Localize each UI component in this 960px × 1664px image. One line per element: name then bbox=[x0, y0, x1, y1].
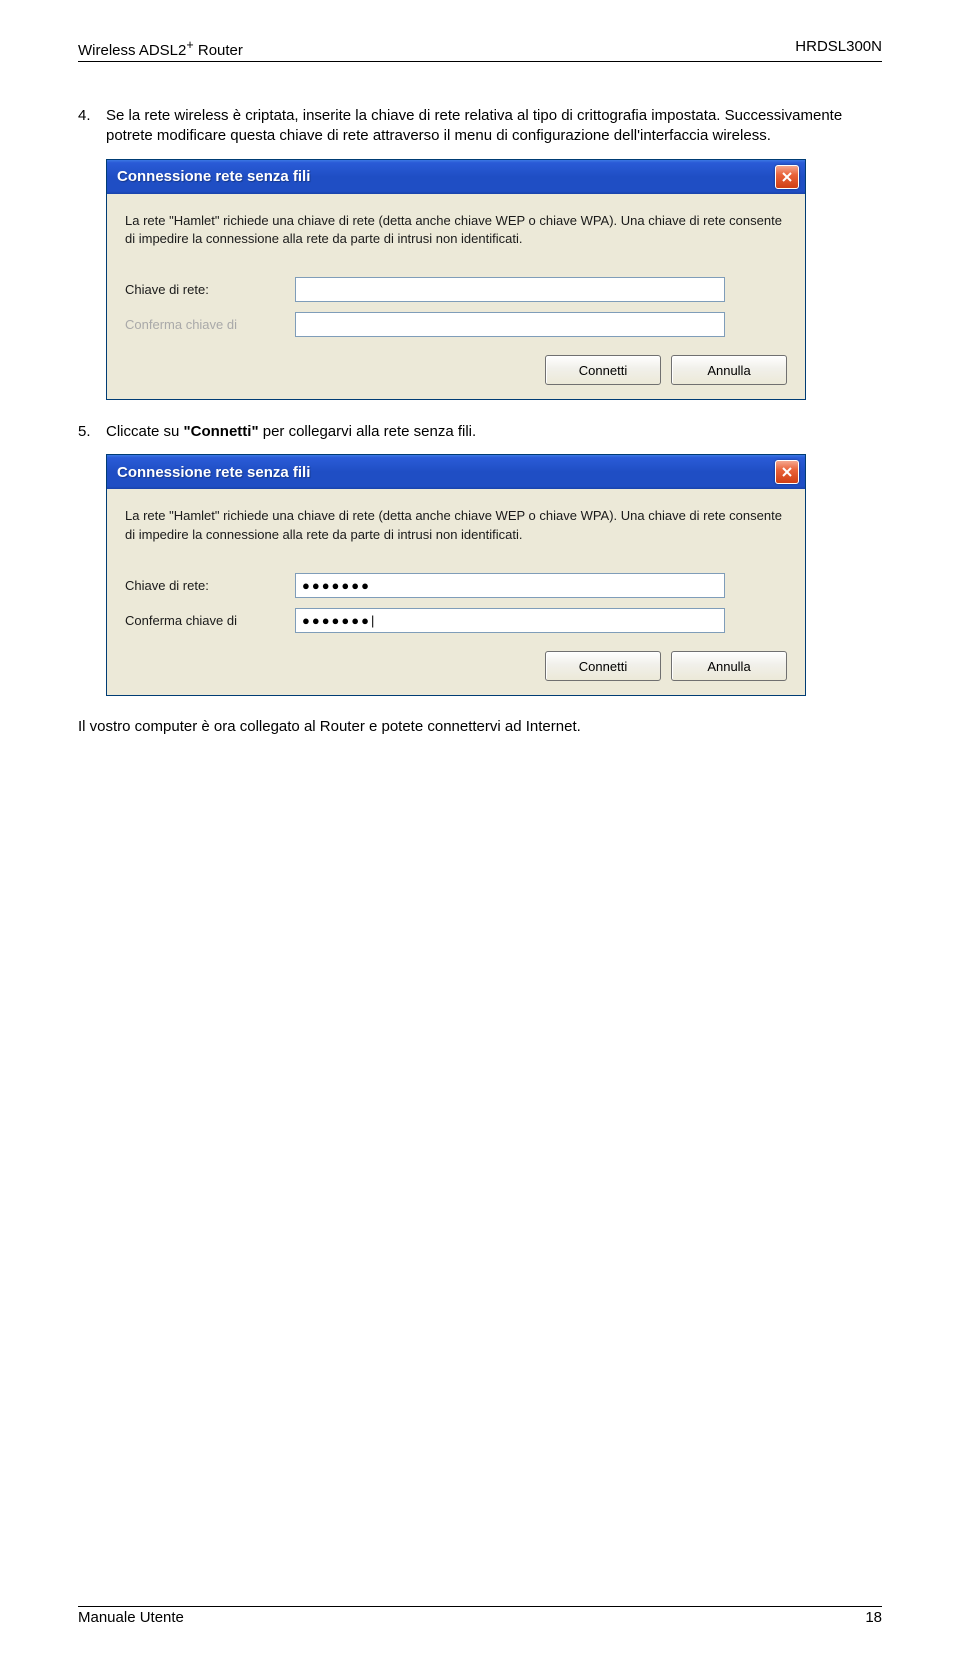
dialog-2-wrap: Connessione rete senza fili La rete "Ham… bbox=[106, 454, 882, 696]
dialog-1-confirm-label: Conferma chiave di bbox=[125, 317, 295, 332]
dialog-2-key-row: Chiave di rete: bbox=[125, 573, 787, 598]
close-icon[interactable] bbox=[775, 460, 799, 484]
dialog-2-title: Connessione rete senza fili bbox=[117, 464, 310, 481]
dialog-1: Connessione rete senza fili La rete "Ham… bbox=[106, 159, 806, 401]
header-left-prefix: Wireless ADSL2 bbox=[78, 42, 186, 59]
dialog-1-buttons: Connetti Annulla bbox=[125, 355, 787, 385]
dialog-1-title: Connessione rete senza fili bbox=[117, 168, 310, 185]
dialog-2-body: La rete "Hamlet" richiede una chiave di … bbox=[107, 489, 805, 695]
connect-button[interactable]: Connetti bbox=[545, 651, 661, 681]
dialog-2-confirm-row: Conferma chiave di bbox=[125, 608, 787, 633]
footer-page-number: 18 bbox=[865, 1609, 882, 1626]
content: 4. Se la rete wireless è criptata, inser… bbox=[78, 106, 882, 735]
header-right: HRDSL300N bbox=[795, 38, 882, 59]
dialog-1-body: La rete "Hamlet" richiede una chiave di … bbox=[107, 194, 805, 400]
step-5-text: Cliccate su "Connetti" per collegarvi al… bbox=[106, 422, 882, 442]
dialog-1-wrap: Connessione rete senza fili La rete "Ham… bbox=[106, 159, 882, 401]
dialog-2-titlebar: Connessione rete senza fili bbox=[107, 455, 805, 489]
page-footer: Manuale Utente 18 bbox=[78, 1606, 882, 1626]
page-header: Wireless ADSL2+ Router HRDSL300N bbox=[78, 38, 882, 62]
dialog-1-key-row: Chiave di rete: bbox=[125, 277, 787, 302]
header-left: Wireless ADSL2+ Router bbox=[78, 38, 243, 59]
step-5: 5. Cliccate su "Connetti" per collegarvi… bbox=[78, 422, 882, 442]
dialog-1-key-label: Chiave di rete: bbox=[125, 282, 295, 297]
network-key-input[interactable] bbox=[295, 573, 725, 598]
header-sup: + bbox=[186, 38, 193, 52]
close-icon[interactable] bbox=[775, 165, 799, 189]
step-4: 4. Se la rete wireless è criptata, inser… bbox=[78, 106, 882, 147]
connect-button[interactable]: Connetti bbox=[545, 355, 661, 385]
dialog-1-desc: La rete "Hamlet" richiede una chiave di … bbox=[125, 212, 787, 250]
dialog-1-confirm-row: Conferma chiave di bbox=[125, 312, 787, 337]
step-5-bold: "Connetti" bbox=[184, 423, 259, 440]
step-4-num: 4. bbox=[78, 106, 106, 147]
cancel-button[interactable]: Annulla bbox=[671, 355, 787, 385]
footer-left: Manuale Utente bbox=[78, 1609, 184, 1626]
page: Wireless ADSL2+ Router HRDSL300N 4. Se l… bbox=[0, 0, 960, 735]
dialog-2-confirm-label: Conferma chiave di bbox=[125, 613, 295, 628]
dialog-2: Connessione rete senza fili La rete "Ham… bbox=[106, 454, 806, 696]
confirm-key-input[interactable] bbox=[295, 312, 725, 337]
dialog-1-titlebar: Connessione rete senza fili bbox=[107, 160, 805, 194]
step-5-num: 5. bbox=[78, 422, 106, 442]
dialog-2-buttons: Connetti Annulla bbox=[125, 651, 787, 681]
cancel-button[interactable]: Annulla bbox=[671, 651, 787, 681]
step-4-text: Se la rete wireless è criptata, inserite… bbox=[106, 106, 882, 147]
final-paragraph: Il vostro computer è ora collegato al Ro… bbox=[78, 718, 882, 735]
header-left-suffix: Router bbox=[194, 42, 243, 59]
dialog-2-key-label: Chiave di rete: bbox=[125, 578, 295, 593]
network-key-input[interactable] bbox=[295, 277, 725, 302]
step-5-prefix: Cliccate su bbox=[106, 423, 184, 440]
confirm-key-input[interactable] bbox=[295, 608, 725, 633]
dialog-2-desc: La rete "Hamlet" richiede una chiave di … bbox=[125, 507, 787, 545]
step-5-suffix: per collegarvi alla rete senza fili. bbox=[259, 423, 477, 440]
